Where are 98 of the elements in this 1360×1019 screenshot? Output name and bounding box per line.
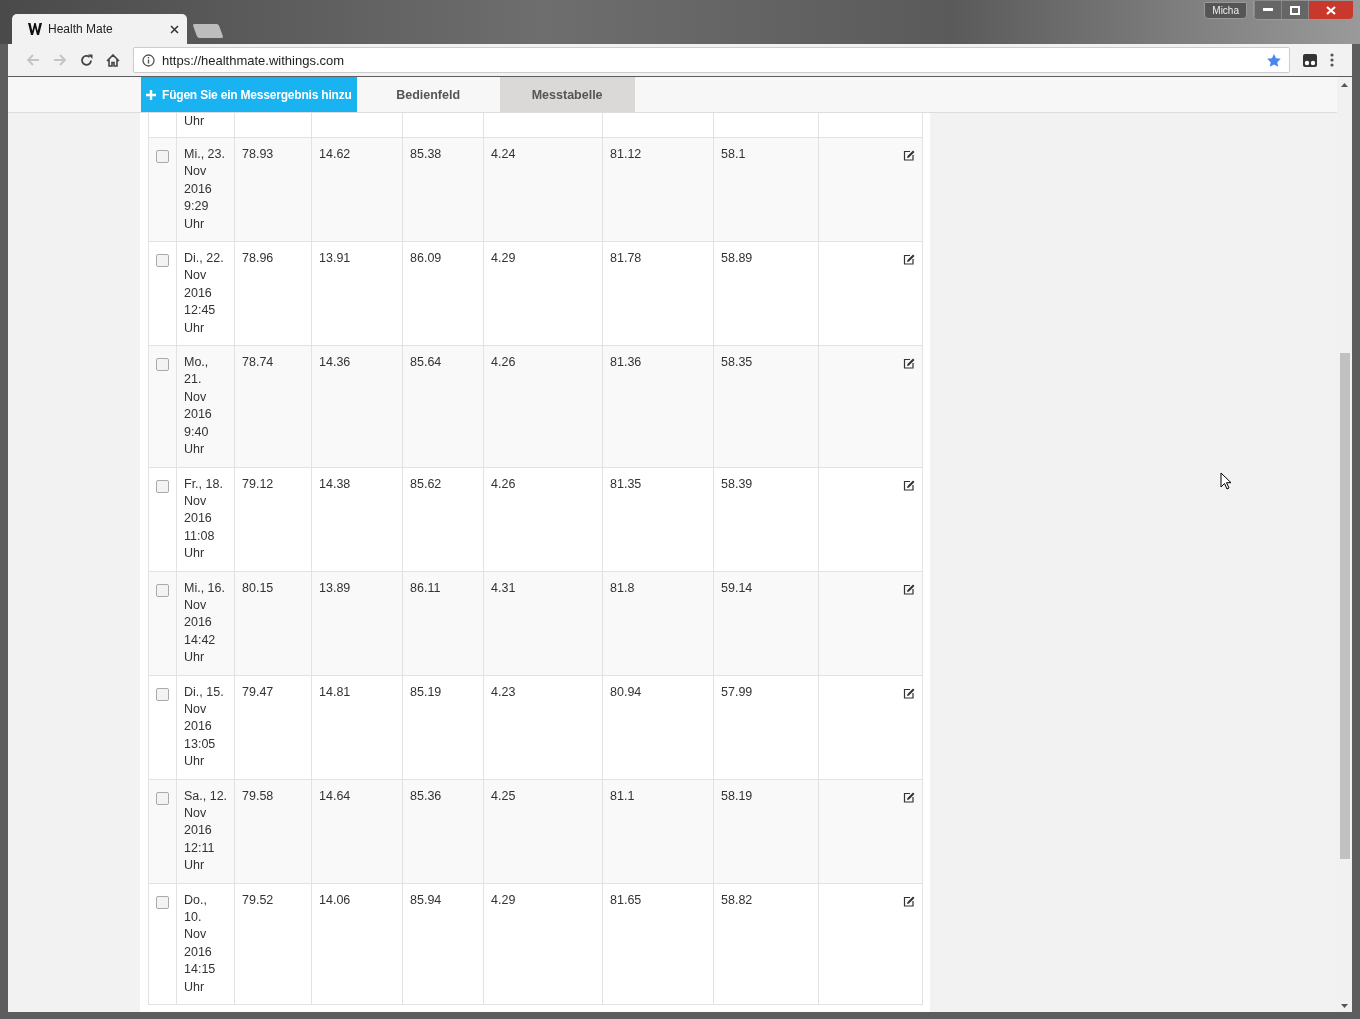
table-cell: 81.65 [602, 883, 714, 1005]
date-cell: Di., 22. Nov 2016 12:45 Uhr [176, 241, 235, 346]
maximize-icon [1290, 5, 1300, 15]
edit-icon[interactable] [903, 358, 915, 370]
table-cell: 80.94 [602, 675, 714, 780]
date-cell: Mo., 21. Nov 2016 9:40 Uhr [176, 345, 235, 467]
table-cell: 85.38 [402, 137, 484, 242]
reload-icon[interactable] [80, 53, 93, 67]
table-cell: 58.89 [713, 241, 819, 346]
table-cell: 4.29 [483, 241, 603, 346]
new-tab-button[interactable] [192, 24, 224, 38]
table-cell: 85.64 [402, 345, 484, 467]
table-cell: 81.36 [602, 345, 714, 467]
table-cell: 79.52 [234, 883, 312, 1005]
table-cell: 85.62 [402, 467, 484, 572]
table-cell: 4.31 [483, 571, 603, 676]
table-cell: 58.39 [713, 467, 819, 572]
menu-icon[interactable] [1330, 53, 1334, 67]
table-cell: 14.06 [311, 883, 403, 1005]
edit-icon[interactable] [903, 687, 915, 699]
table-cell: 4.26 [483, 467, 603, 572]
edit-icon[interactable] [903, 479, 915, 491]
table-cell: 86.09 [402, 241, 484, 346]
table-cell: 4.24 [483, 137, 603, 242]
table-cell: 78.96 [234, 241, 312, 346]
address-bar[interactable]: https://healthmate.withings.com [133, 47, 1290, 73]
table-cell: 58.82 [713, 883, 819, 1005]
table-cell: 58.19 [713, 779, 819, 884]
table-cell: 81.8 [602, 571, 714, 676]
row-checkbox[interactable] [156, 479, 169, 493]
table-cell: 85.94 [402, 883, 484, 1005]
scroll-up-icon[interactable] [1341, 83, 1348, 87]
table-cell: 81.12 [602, 137, 714, 242]
table-cell: 58.35 [713, 345, 819, 467]
page-tab[interactable]: Messtabelle [499, 77, 635, 112]
row-checkbox[interactable] [156, 687, 169, 701]
table-cell: 4.26 [483, 345, 603, 467]
mouse-pointer-icon [1220, 472, 1232, 490]
extension-icon[interactable] [1303, 53, 1317, 67]
home-icon[interactable] [106, 53, 120, 67]
table-cell: 4.29 [483, 883, 603, 1005]
info-icon [142, 53, 155, 67]
minimize-button[interactable] [1254, 1, 1281, 19]
date-cell: Di., 15. Nov 2016 13:05 Uhr [176, 675, 235, 780]
date-cell: Do., 10. Nov 2016 14:15 Uhr [176, 883, 235, 1005]
row-checkbox[interactable] [156, 358, 169, 372]
table-cell: 80.15 [234, 571, 312, 676]
table-cell: 78.93 [234, 137, 312, 242]
table-cell: 85.36 [402, 779, 484, 884]
row-checkbox[interactable] [156, 254, 169, 268]
table-cell: 14.36 [311, 345, 403, 467]
close-icon[interactable] [170, 24, 179, 34]
table-cell: 13.89 [311, 571, 403, 676]
table-cell: 4.25 [483, 779, 603, 884]
minimize-icon [1263, 8, 1273, 12]
maximize-button[interactable] [1281, 1, 1308, 19]
date-cell: Sa., 12. Nov 2016 12:11 Uhr [176, 779, 235, 884]
date-cell: Mi., 23. Nov 2016 9:29 Uhr [176, 137, 235, 242]
table-cell: 4.23 [483, 675, 603, 780]
edit-icon[interactable] [903, 254, 915, 266]
table-cell: 79.58 [234, 779, 312, 884]
table-cell: 86.11 [402, 571, 484, 676]
table-cell: 14.38 [311, 467, 403, 572]
row-checkbox[interactable] [156, 791, 169, 805]
table-cell: 59.14 [713, 571, 819, 676]
table-cell: 81.78 [602, 241, 714, 346]
close-button[interactable] [1308, 1, 1353, 19]
edit-icon[interactable] [903, 791, 915, 803]
site-logo-icon [28, 23, 42, 35]
date-cell: Uhr [176, 113, 235, 138]
row-checkbox[interactable] [156, 150, 169, 163]
profile-button[interactable]: Micha [1204, 2, 1247, 19]
row-checkbox[interactable] [156, 895, 169, 909]
table-cell: 79.12 [234, 467, 312, 572]
table-cell: 57.99 [713, 675, 819, 780]
star-icon[interactable] [1267, 53, 1281, 67]
edit-icon[interactable] [903, 583, 915, 595]
edit-icon[interactable] [903, 895, 915, 907]
table-cell: 81.1 [602, 779, 714, 884]
row-checkbox[interactable] [156, 583, 169, 597]
table-cell: 58.1 [713, 137, 819, 242]
scroll-down-icon[interactable] [1341, 1004, 1348, 1008]
close-icon [1326, 5, 1336, 15]
table-cell: 14.64 [311, 779, 403, 884]
tab-title: Health Mate [48, 22, 114, 36]
table-cell: 79.47 [234, 675, 312, 780]
table-cell: 14.62 [311, 137, 403, 242]
table-cell: 13.91 [311, 241, 403, 346]
table-cell: 85.19 [402, 675, 484, 780]
table-cell: 14.81 [311, 675, 403, 780]
plus-icon [146, 89, 156, 100]
table-cell: 78.74 [234, 345, 312, 467]
edit-icon[interactable] [903, 150, 915, 161]
table-cell: 81.35 [602, 467, 714, 572]
browser-tab[interactable]: Health Mate [12, 14, 187, 44]
date-cell: Fr., 18. Nov 2016 11:08 Uhr [176, 467, 235, 572]
date-cell: Mi., 16. Nov 2016 14:42 Uhr [176, 571, 235, 676]
url-text: https://healthmate.withings.com [162, 52, 346, 68]
